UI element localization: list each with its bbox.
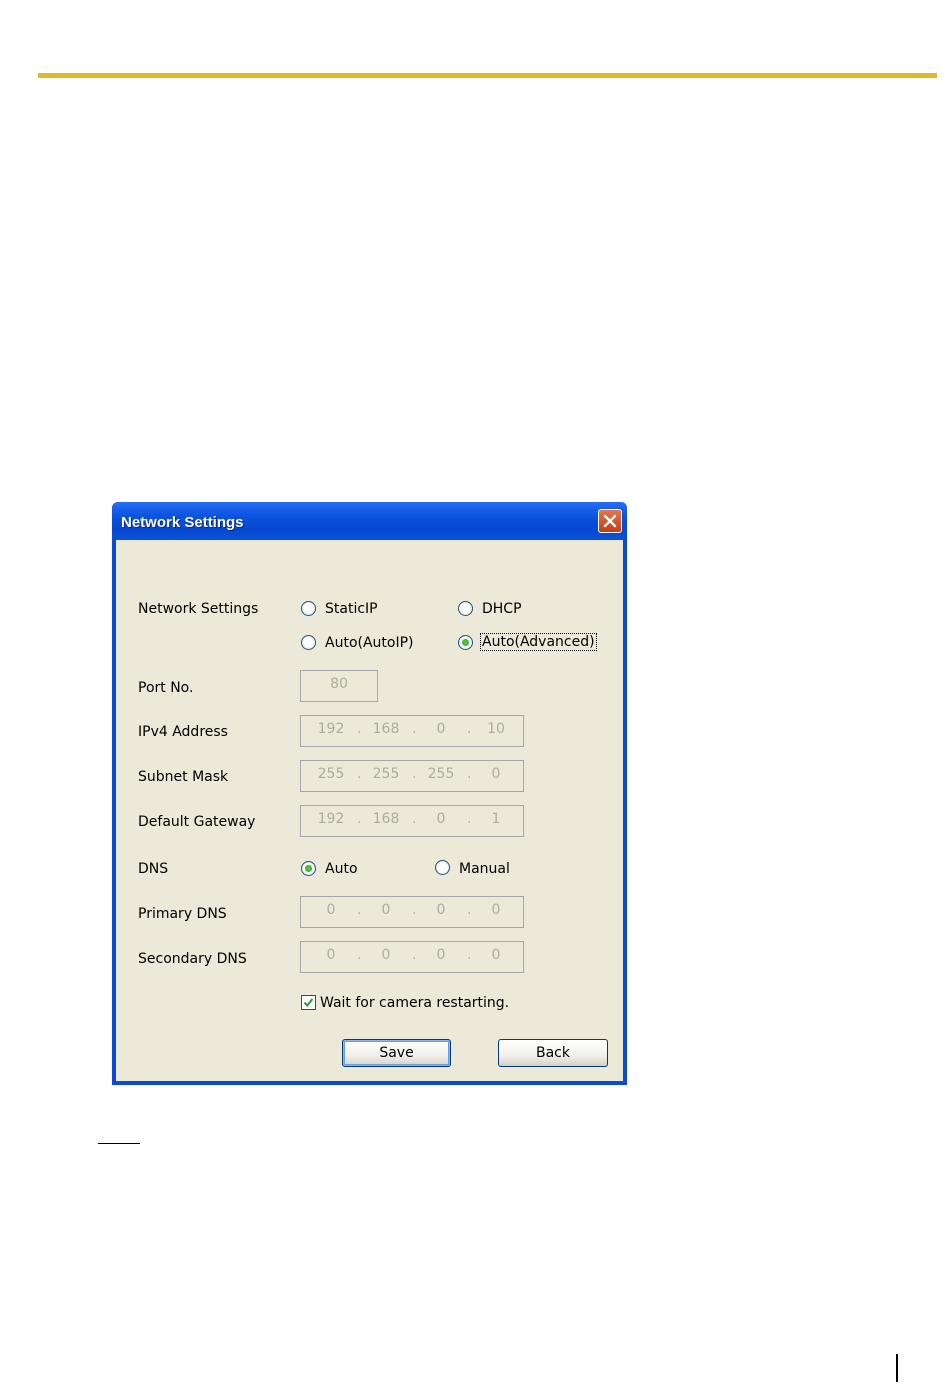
subnet-octet-4: 0 [491,766,501,782]
port-value: 80 [330,676,348,692]
separator-dot: . [412,902,417,918]
ipv4-octet-4: 10 [487,721,505,737]
primary-dns-octet-1: 0 [326,902,336,918]
radio-dns-manual-label[interactable]: Manual [459,861,510,877]
primary-dns-label: Primary DNS [138,906,227,922]
secondary-dns-octet-4: 0 [491,947,501,963]
ipv4-field[interactable]: 192 . 168 . 0 . 10 [300,715,524,747]
radio-selected-dot [462,639,469,646]
gateway-octet-1: 192 [317,811,345,827]
primary-dns-field[interactable]: 0 . 0 . 0 . 0 [300,896,524,928]
separator-dot: . [357,721,362,737]
gateway-octet-2: 168 [372,811,400,827]
dialog-titlebar[interactable]: Network Settings [112,502,627,540]
radio-dns-auto[interactable] [301,861,316,876]
close-button[interactable] [598,509,622,533]
separator-dot: . [412,721,417,737]
subnet-field[interactable]: 255 . 255 . 255 . 0 [300,760,524,792]
separator-dot: . [467,721,472,737]
separator-dot: . [467,947,472,963]
separator-dot: . [412,766,417,782]
primary-dns-octet-3: 0 [436,902,446,918]
radio-staticip-label[interactable]: StaticIP [325,601,378,617]
primary-dns-octet-2: 0 [381,902,391,918]
separator-dot: . [467,811,472,827]
subnet-octet-1: 255 [317,766,345,782]
network-settings-dialog: Network Settings Network Settings Static… [112,502,627,1085]
radio-auto-advanced[interactable] [458,635,473,650]
secondary-dns-label: Secondary DNS [138,951,247,967]
wait-checkbox-label[interactable]: Wait for camera restarting. [320,995,509,1011]
port-field[interactable]: 80 [300,670,378,702]
checkmark-icon [303,998,314,1008]
radio-auto-autoip-label[interactable]: Auto(AutoIP) [325,635,414,651]
secondary-dns-octet-1: 0 [326,947,336,963]
close-icon [603,514,617,528]
radio-staticip[interactable] [301,601,316,616]
ipv4-octet-3: 0 [436,721,446,737]
dns-label: DNS [138,861,169,877]
radio-selected-dot [305,865,312,872]
gateway-octet-3: 0 [436,811,446,827]
radio-dhcp-label[interactable]: DHCP [482,601,522,617]
page-marker [896,1354,898,1382]
gateway-field[interactable]: 192 . 168 . 0 . 1 [300,805,524,837]
save-button[interactable]: Save [342,1039,451,1067]
separator-dot: . [467,766,472,782]
network-settings-label: Network Settings [138,601,259,617]
secondary-dns-octet-2: 0 [381,947,391,963]
separator-dot: . [412,811,417,827]
subnet-octet-2: 255 [372,766,400,782]
radio-auto-advanced-label[interactable]: Auto(Advanced) [480,633,597,651]
radio-dhcp[interactable] [458,601,473,616]
secondary-dns-field[interactable]: 0 . 0 . 0 . 0 [300,941,524,973]
radio-dns-auto-label[interactable]: Auto [325,861,358,877]
header-rule [38,73,937,78]
back-button[interactable]: Back [498,1039,608,1067]
gateway-label: Default Gateway [138,814,256,830]
gateway-octet-4: 1 [491,811,501,827]
note-underline [98,1143,140,1144]
subnet-label: Subnet Mask [138,769,229,785]
subnet-octet-3: 255 [427,766,455,782]
separator-dot: . [357,902,362,918]
dialog-body: Network Settings StaticIP DHCP Auto(Auto… [116,540,623,1081]
primary-dns-octet-4: 0 [491,902,501,918]
secondary-dns-octet-3: 0 [436,947,446,963]
separator-dot: . [357,947,362,963]
separator-dot: . [467,902,472,918]
wait-checkbox[interactable] [301,995,316,1010]
separator-dot: . [357,811,362,827]
ipv4-octet-1: 192 [317,721,345,737]
dialog-title: Network Settings [121,514,244,531]
separator-dot: . [412,947,417,963]
separator-dot: . [357,766,362,782]
ipv4-octet-2: 168 [372,721,400,737]
ipv4-label: IPv4 Address [138,724,228,740]
radio-auto-autoip[interactable] [301,635,316,650]
port-label: Port No. [138,680,194,696]
radio-dns-manual[interactable] [435,860,450,875]
